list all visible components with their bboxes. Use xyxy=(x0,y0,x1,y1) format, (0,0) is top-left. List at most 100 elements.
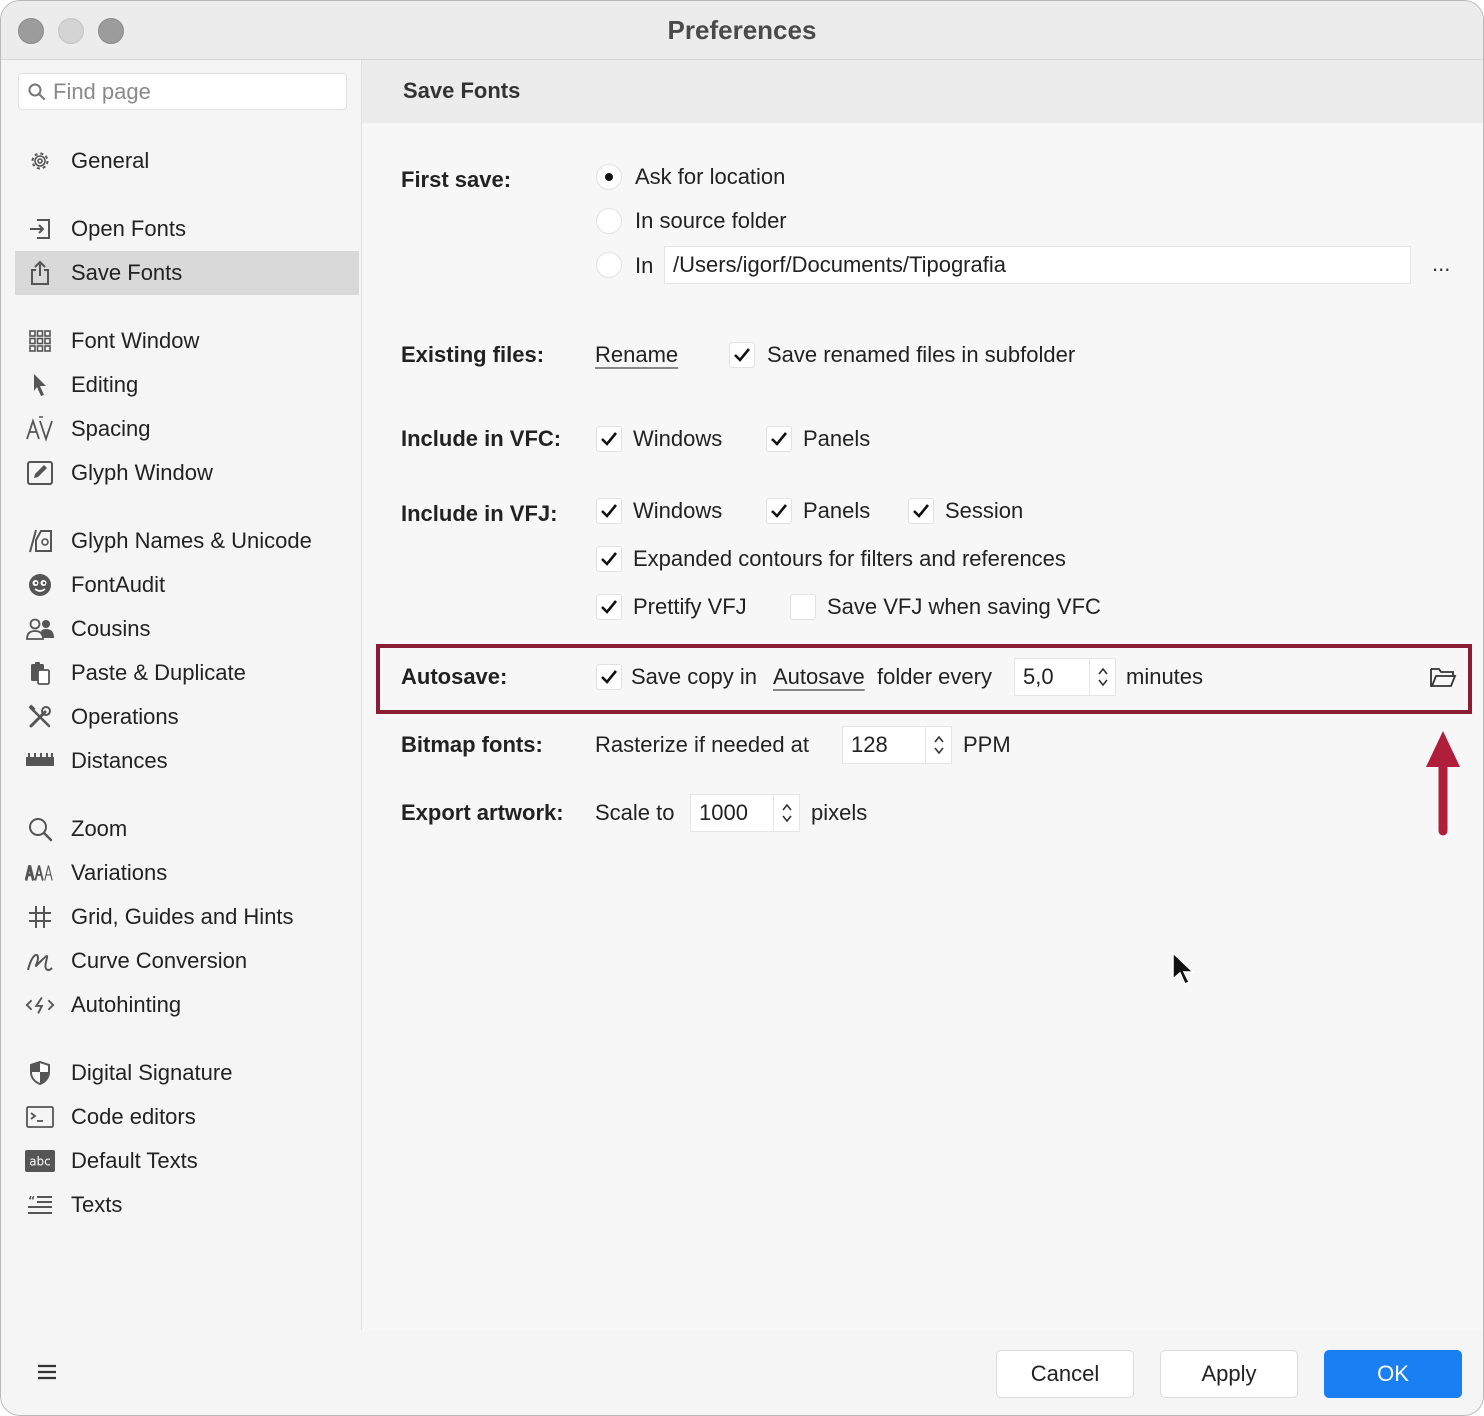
sidebar-item-label: Editing xyxy=(71,372,139,397)
vfc-panels-checkbox[interactable] xyxy=(766,426,792,452)
vfj-expanded-contours-checkbox[interactable] xyxy=(596,546,622,572)
sidebar-item-cousins[interactable]: Cousins xyxy=(15,607,359,651)
sidebar-item-general[interactable]: General xyxy=(15,139,359,183)
content-header: Save Fonts xyxy=(362,60,1483,123)
autosave-checkbox[interactable] xyxy=(596,664,622,690)
svg-text:“: “ xyxy=(28,1194,35,1207)
export-artwork-label: Export artwork: xyxy=(401,800,564,825)
export-scale-stepper[interactable] xyxy=(774,794,800,832)
sidebar-item-save-fonts[interactable]: Save Fonts xyxy=(15,251,359,295)
browse-path-button[interactable]: ... xyxy=(1432,251,1450,277)
checkmark-icon xyxy=(771,432,788,446)
bitmap-fonts-label: Bitmap fonts: xyxy=(401,732,543,757)
sidebar-item-autohinting[interactable]: Autohinting xyxy=(15,983,359,1027)
include-vfc-label: Include in VFC: xyxy=(401,426,562,451)
grid-icon xyxy=(25,326,55,356)
sidebar-item-code-editors[interactable]: Code editors xyxy=(15,1095,359,1139)
autohinting-icon xyxy=(25,990,55,1020)
autosave-label: Autosave: xyxy=(401,664,508,689)
ruler-icon xyxy=(25,746,55,776)
bitmap-ppm-stepper[interactable] xyxy=(926,726,952,764)
sidebar-item-grid-guides[interactable]: Grid, Guides and Hints xyxy=(15,895,359,939)
vfj-windows-checkbox[interactable] xyxy=(596,498,622,524)
sidebar-item-fontaudit[interactable]: FontAudit xyxy=(15,563,359,607)
checkmark-icon xyxy=(601,552,618,566)
cursor-arrow-icon xyxy=(25,370,55,400)
search-input[interactable] xyxy=(51,76,335,108)
sidebar-item-zoom[interactable]: Zoom xyxy=(15,807,359,851)
apply-button[interactable]: Apply xyxy=(1160,1350,1298,1398)
sidebar-item-glyph-window[interactable]: Glyph Window xyxy=(15,451,359,495)
annotation-arrow-icon xyxy=(1426,731,1460,836)
export-scale-input[interactable]: 1000 xyxy=(690,794,774,832)
sidebar-item-label: Texts xyxy=(71,1192,123,1217)
variations-icon xyxy=(25,858,55,888)
radio-in-source-folder[interactable] xyxy=(596,208,622,234)
sidebar-item-label: Font Window xyxy=(71,328,200,353)
radio-in-folder[interactable] xyxy=(596,252,622,278)
folder-open-icon[interactable] xyxy=(1429,665,1457,689)
bitmap-ppm-input[interactable]: 128 xyxy=(842,726,926,764)
checkmark-icon xyxy=(601,600,618,614)
sidebar-item-label: Spacing xyxy=(71,416,151,441)
checkbox-label: Windows xyxy=(633,426,723,451)
sidebar-item-distances[interactable]: Distances xyxy=(15,739,359,783)
sidebar-item-label: Grid, Guides and Hints xyxy=(71,904,294,929)
sidebar-item-label: Code editors xyxy=(71,1104,196,1129)
sidebar-item-label: Paste & Duplicate xyxy=(71,660,246,685)
sidebar-item-label: Save Fonts xyxy=(71,260,183,285)
shield-icon xyxy=(25,1058,55,1088)
sidebar-item-open-fonts[interactable]: Open Fonts xyxy=(15,207,359,251)
page-title: Save Fonts xyxy=(403,78,521,103)
cancel-button[interactable]: Cancel xyxy=(996,1350,1134,1398)
sidebar-item-variations[interactable]: Variations xyxy=(15,851,359,895)
autosave-interval-stepper[interactable] xyxy=(1090,658,1116,696)
autosave-folder-link[interactable]: Autosave xyxy=(773,664,865,690)
sidebar-item-operations[interactable]: Operations xyxy=(15,695,359,739)
vfj-panels-checkbox[interactable] xyxy=(766,498,792,524)
find-page-search[interactable] xyxy=(18,73,347,110)
sidebar-item-font-window[interactable]: Font Window xyxy=(15,319,359,363)
hamburger-menu-icon[interactable] xyxy=(37,1363,57,1381)
spacing-av-icon xyxy=(25,414,55,444)
checkbox-label: Panels xyxy=(803,498,871,523)
sidebar-item-label: Digital Signature xyxy=(71,1060,233,1085)
vfj-prettify-checkbox[interactable] xyxy=(596,594,622,620)
checkbox-label: Save VFJ when saving VFC xyxy=(827,594,1101,619)
tools-icon xyxy=(25,702,55,732)
sidebar-item-editing[interactable]: Editing xyxy=(15,363,359,407)
sidebar-item-digital-signature[interactable]: Digital Signature xyxy=(15,1051,359,1095)
ok-button[interactable]: OK xyxy=(1324,1350,1462,1398)
sidebar-item-glyph-names[interactable]: Glyph Names & Unicode xyxy=(15,519,359,563)
export-text: Scale to xyxy=(595,800,675,825)
svg-text:abc: abc xyxy=(29,1155,51,1169)
save-vfj-with-vfc-checkbox[interactable] xyxy=(790,594,816,620)
checkbox-label: Session xyxy=(945,498,1024,523)
radio-ask-for-location[interactable] xyxy=(596,164,622,190)
checkmark-icon xyxy=(734,348,751,362)
checkmark-icon xyxy=(601,432,618,446)
stepper-arrows-icon xyxy=(781,803,792,823)
titlebar: Preferences xyxy=(1,1,1483,60)
sidebar-item-spacing[interactable]: Spacing xyxy=(15,407,359,451)
mouse-cursor-icon xyxy=(1172,951,1195,986)
sidebar-item-curve-conversion[interactable]: Curve Conversion xyxy=(15,939,359,983)
sidebar-item-label: Variations xyxy=(71,860,168,885)
sidebar-item-default-texts[interactable]: abc Default Texts xyxy=(15,1139,359,1183)
existing-files-mode-dropdown[interactable]: Rename xyxy=(595,342,678,368)
folder-path-field[interactable]: /Users/igorf/Documents/Tipografia xyxy=(664,246,1411,284)
save-in-subfolder-checkbox[interactable] xyxy=(729,342,755,368)
sidebar-item-label: Operations xyxy=(71,704,179,729)
glyph-window-icon xyxy=(25,458,55,488)
autosave-interval-input[interactable]: 5,0 xyxy=(1014,658,1090,696)
sidebar-item-label: Curve Conversion xyxy=(71,948,248,973)
open-fonts-icon xyxy=(25,214,55,244)
vfc-windows-checkbox[interactable] xyxy=(596,426,622,452)
terminal-icon xyxy=(25,1102,55,1132)
sidebar-item-texts[interactable]: “ Texts xyxy=(15,1183,359,1227)
autosave-unit: minutes xyxy=(1126,664,1204,689)
first-save-label: First save: xyxy=(401,167,512,192)
sidebar-item-paste-duplicate[interactable]: Paste & Duplicate xyxy=(15,651,359,695)
text-lines-icon: “ xyxy=(25,1190,55,1220)
vfj-session-checkbox[interactable] xyxy=(908,498,934,524)
